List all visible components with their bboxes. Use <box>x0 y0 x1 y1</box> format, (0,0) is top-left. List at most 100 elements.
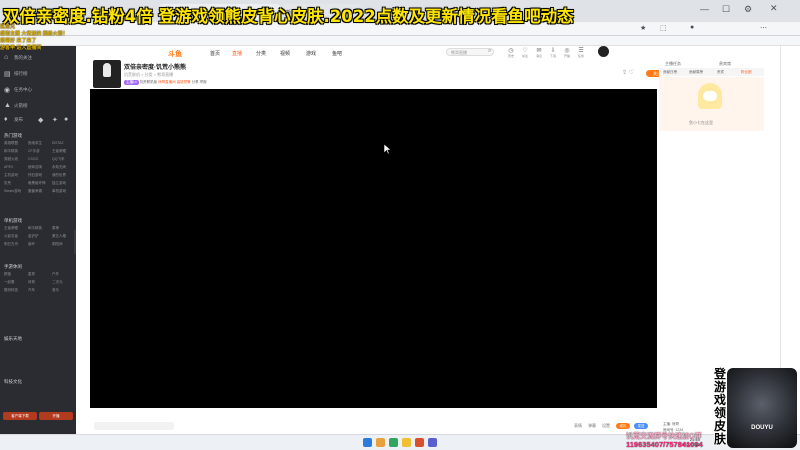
sidebar-category-item[interactable]: 阴阳师 <box>52 242 63 247</box>
sidebar-category-item[interactable]: 和平精英 <box>4 149 18 154</box>
follow-icon[interactable]: ♡ 关注 <box>522 47 528 58</box>
sidebar-category-item[interactable]: 王者荣耀 <box>52 149 66 154</box>
download-client-button[interactable]: 客户端下载 <box>3 412 37 420</box>
sidebar-category-item[interactable]: 穿越火线 <box>4 157 18 162</box>
sidebar-item-rocket[interactable]: 火箭榜 <box>14 103 28 109</box>
sidebar-category-item[interactable]: APEX <box>4 165 13 169</box>
sidebar-category-item[interactable]: 主机游戏 <box>4 173 18 178</box>
sidebar-category-item[interactable]: 汽车 <box>28 288 35 293</box>
sidebar-category-item[interactable]: Steam游戏 <box>4 189 21 194</box>
sidebar-category-item[interactable]: 户外 <box>52 272 59 277</box>
category-sidebar: ⌂ 我的关注 ▤ 排行榜 ◉ 任务中心 ▲ 火箭榜 ♦ 发布 ◆ ✦ ● 热门游… <box>0 46 76 434</box>
sidebar-item-ranking[interactable]: 排行榜 <box>14 71 28 77</box>
sidebar-section-hot: 热门游戏 <box>4 133 22 138</box>
tab-vip[interactable]: 贵宾 <box>717 70 724 75</box>
sidebar-category-item[interactable]: CF手游 <box>28 149 40 154</box>
nav-item-category[interactable]: 分类 <box>256 50 266 57</box>
start-stream-button[interactable]: 开播 <box>39 412 73 420</box>
streamer-logo-text: DOUYU <box>751 425 773 431</box>
sidebar-category-item[interactable]: 明日方舟 <box>4 242 18 247</box>
sidebar-category-item[interactable]: 使命召唤 <box>28 165 42 170</box>
sidebar-section-tech: 科技文化 <box>4 379 22 384</box>
search-input[interactable]: 熊哥直播 <box>446 48 494 56</box>
tab-fan-club[interactable]: 粉丝团 <box>741 70 752 75</box>
qq-group-number: 119635407/757841094 <box>626 440 703 449</box>
send-button[interactable]: 发送 <box>634 423 648 429</box>
sidebar-category-item[interactable]: 颜值 <box>4 272 11 277</box>
sidebar-category-item[interactable]: 原神 <box>52 226 59 231</box>
sidebar-category-item[interactable]: 一起看 <box>4 280 15 285</box>
tab-weekly-rank[interactable]: 贡献周榜 <box>689 70 703 75</box>
sidebar-category-item[interactable]: DOTA2 <box>52 141 63 145</box>
share-icon[interactable]: ⇪ ♡ <box>622 69 634 76</box>
sidebar-item-follow[interactable]: 我的关注 <box>14 55 32 61</box>
task-icon[interactable]: ☰ 任务 <box>578 47 584 58</box>
anchor-name: 主播: 熊哥 <box>663 422 679 426</box>
download-icon[interactable]: ⇩ 下载 <box>550 47 556 58</box>
anchor-task-link[interactable]: 主播任务 <box>665 61 681 67</box>
vip-seat-link[interactable]: 贵宾席 <box>719 61 731 67</box>
overlay-chat-line: 游客甲 进入直播间 <box>0 45 42 51</box>
sidebar-category-item[interactable]: 音乐 <box>52 288 59 293</box>
gift-button[interactable]: 送礼 <box>616 423 630 429</box>
sidebar-category-item[interactable]: 星秀 <box>28 272 35 277</box>
user-avatar[interactable] <box>598 46 609 57</box>
share-link[interactable]: 分享 <box>192 80 199 84</box>
nav-item-live[interactable]: 直播 <box>232 50 242 57</box>
sidebar-category-item[interactable]: 体育 <box>28 280 35 285</box>
danmu-input[interactable] <box>94 422 174 430</box>
sidebar-category-item[interactable]: 单机游戏 <box>52 189 66 194</box>
nav-item-yuba[interactable]: 鱼吧 <box>332 50 342 57</box>
history-icon[interactable]: ◷ 历史 <box>508 47 514 58</box>
streamer-avatar[interactable] <box>93 60 121 88</box>
sidebar-category-item[interactable]: 王者荣耀 <box>4 226 18 231</box>
bell-icon: ● <box>64 116 69 123</box>
sidebar-publish-label[interactable]: 发布 <box>14 117 23 123</box>
sidebar-category-item[interactable]: CSGO <box>28 157 38 161</box>
sidebar-category-item[interactable]: 永劫无间 <box>52 165 66 170</box>
app-icon[interactable] <box>415 438 424 447</box>
nav-item-video[interactable]: 视频 <box>280 50 290 57</box>
report-link[interactable]: 举报 <box>200 80 207 84</box>
sidebar-category-item[interactable]: 金铲铲 <box>28 234 39 239</box>
search-icon[interactable]: ⌕ <box>488 48 491 55</box>
sidebar-category-item[interactable]: 饥荒 <box>4 181 11 186</box>
danmu-toggle-button[interactable]: 弹幕 <box>588 423 596 429</box>
nav-item-game[interactable]: 游戏 <box>306 50 316 57</box>
video-player[interactable] <box>90 89 657 408</box>
explorer-icon[interactable] <box>402 438 411 447</box>
sidebar-category-item[interactable]: QQ飞车 <box>52 157 64 162</box>
sidebar-category-item[interactable]: 崩坏 <box>28 242 35 247</box>
sidebar-category-item[interactable]: 第五人格 <box>52 234 66 239</box>
sidebar-category-item[interactable]: 数码科技 <box>4 288 18 293</box>
right-panel-top: 主播任务 贵宾席 <box>659 58 764 68</box>
sidebar-category-item[interactable]: 和平精英 <box>28 226 42 231</box>
overlay-chat-user: 鲨鱼兄 <box>0 24 16 30</box>
sidebar-category-item[interactable]: 英雄联盟 <box>4 141 18 146</box>
broadcast-icon[interactable]: ◎ 开播 <box>564 47 570 58</box>
edge-icon[interactable] <box>389 438 398 447</box>
sidebar-category-item[interactable]: 火影忍者 <box>4 234 18 239</box>
tab-daily-rank[interactable]: 贡献日榜 <box>663 70 677 75</box>
start-icon[interactable] <box>363 438 372 447</box>
emoji-button[interactable]: 表情 <box>574 423 582 429</box>
room-meta[interactable]: 饥荒联机 > 分类 > 熊哥直播 <box>124 72 173 78</box>
douyu-page: 斗鱼 首页 直播 分类 视频 游戏 鱼吧 熊哥直播 ⌕ ◷ 历史 ♡ 关注 ✉ 消息 … <box>76 46 780 434</box>
sidebar-category-item[interactable]: 暗黑破坏神 <box>28 181 46 186</box>
sidebar-category-item[interactable]: 怀旧游戏 <box>28 173 42 178</box>
sidebar-category-item[interactable]: 我的世界 <box>52 173 66 178</box>
settings-button[interactable]: 设置 <box>602 423 610 429</box>
bookmarks-bar: 导入的书签 优酷 京东 淘宝 微博 Don't Starve Together … <box>0 36 800 79</box>
message-icon[interactable]: ✉ 消息 <box>536 47 542 58</box>
nav-item-home[interactable]: 首页 <box>210 50 220 57</box>
sidebar-category-item[interactable]: 二次元 <box>52 280 63 285</box>
obs-icon[interactable] <box>428 438 437 447</box>
player-bottom-bar: 表情 弹幕 设置 送礼 发送 <box>90 414 657 434</box>
sidebar-category-item[interactable]: 魔兽争霸 <box>28 189 42 194</box>
sidebar-category-item[interactable]: 独立游戏 <box>52 181 66 186</box>
search-taskbar-icon[interactable] <box>376 438 385 447</box>
sidebar-category-item[interactable]: 绝地求生 <box>28 141 42 146</box>
sidebar-section-ent: 娱乐天地 <box>4 336 22 341</box>
category-tag[interactable]: 饥荒联机版 <box>140 80 158 84</box>
sidebar-item-task[interactable]: 任务中心 <box>14 87 32 93</box>
